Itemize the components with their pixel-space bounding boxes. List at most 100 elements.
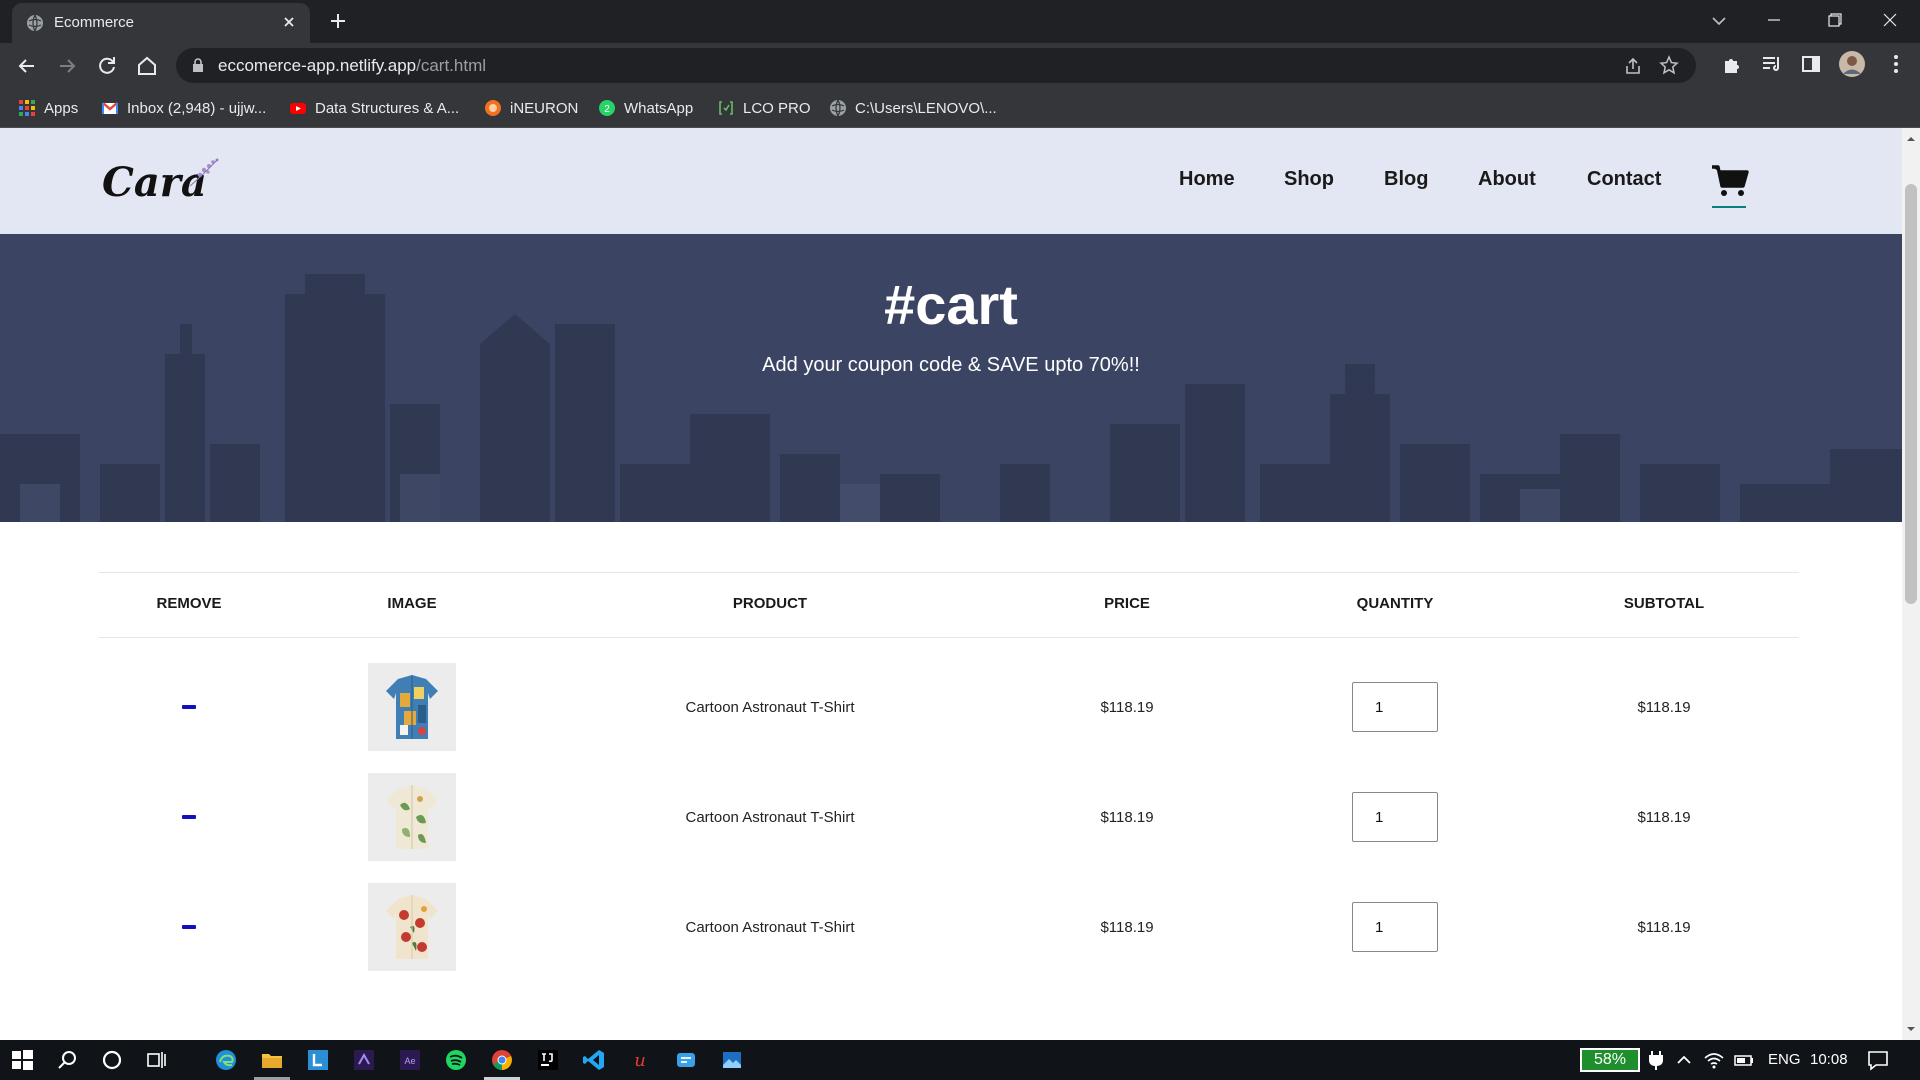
address-url[interactable]: eccomerce-app.netlify.app/cart.html — [218, 56, 486, 76]
bookmark-label: C:\Users\LENOVO\... — [855, 99, 997, 117]
bookmark-whatsapp[interactable]: 2 WhatsApp — [598, 97, 693, 119]
after-effects-icon[interactable]: Ae — [398, 1048, 422, 1072]
battery-indicator[interactable]: 58% — [1580, 1048, 1640, 1072]
vscode-icon[interactable] — [582, 1048, 606, 1072]
extensions-puzzle-icon[interactable] — [1720, 52, 1744, 76]
windows-taskbar: Ae u 58% ENG 10:08 — [0, 1040, 1920, 1080]
nav-home[interactable]: Home — [1179, 168, 1235, 191]
clock-time[interactable]: 10:08 — [1810, 1051, 1848, 1068]
remove-cell — [182, 652, 196, 762]
new-tab-icon[interactable] — [326, 9, 350, 33]
bookmark-label: LCO PRO — [743, 99, 811, 117]
nav-shop[interactable]: Shop — [1284, 168, 1334, 191]
battery-tray-icon[interactable] — [1732, 1048, 1756, 1072]
chrome-icon[interactable] — [490, 1048, 514, 1072]
nav-about[interactable]: About — [1478, 168, 1536, 191]
bookmark-label: Apps — [44, 99, 79, 117]
window-close-icon[interactable] — [1868, 6, 1912, 34]
bookmark-gmail[interactable]: Inbox (2,948) - ujjw... — [101, 97, 266, 119]
page-viewport: Cara Home Shop Blog About Contact #cart … — [0, 128, 1902, 1040]
scroll-up-arrow-icon[interactable] — [1906, 134, 1916, 144]
photos-icon[interactable] — [720, 1048, 744, 1072]
browser-tab[interactable]: Ecommerce — [12, 3, 310, 43]
url-path: /cart.html — [416, 56, 487, 75]
bookmark-youtube[interactable]: Data Structures & A... — [289, 97, 459, 119]
browser-tab-strip: Ecommerce — [0, 0, 1920, 43]
more-menu-icon[interactable] — [1884, 52, 1908, 76]
power-plug-icon[interactable] — [1644, 1048, 1668, 1072]
remove-item-button[interactable] — [182, 815, 196, 819]
bookmark-ineuron[interactable]: iNEURON — [484, 97, 578, 119]
media-control-icon[interactable] — [1760, 52, 1784, 76]
remove-cell — [182, 762, 196, 872]
product-image[interactable] — [368, 883, 456, 971]
product-price: $118.19 — [1100, 808, 1154, 826]
remove-item-button[interactable] — [182, 925, 196, 929]
address-bar[interactable]: eccomerce-app.netlify.app/cart.html — [176, 48, 1696, 83]
remove-item-button[interactable] — [182, 705, 196, 709]
windows-start-icon[interactable] — [10, 1048, 34, 1072]
product-image[interactable] — [368, 663, 456, 751]
bookmarks-bar: Apps Inbox (2,948) - ujjw... Data Struct… — [0, 88, 1920, 128]
page-scrollbar[interactable] — [1902, 128, 1920, 1040]
apps-grid-icon — [19, 100, 35, 116]
bookmark-label: WhatsApp — [624, 99, 694, 117]
tab-search-chevron-icon[interactable] — [1708, 10, 1730, 32]
quantity-cell — [1352, 652, 1438, 762]
product-name[interactable]: Cartoon Astronaut T-Shirt — [686, 652, 855, 762]
forward-icon[interactable] — [52, 51, 82, 81]
shopping-cart-icon[interactable] — [1710, 164, 1750, 198]
url-host: eccomerce-app.netlify.app — [218, 56, 417, 75]
globe-icon — [27, 14, 43, 32]
image-cell — [368, 652, 456, 762]
scroll-down-arrow-icon[interactable] — [1906, 1024, 1916, 1034]
ineuron-icon — [485, 100, 501, 116]
minimize-icon[interactable] — [1752, 6, 1796, 34]
search-icon[interactable] — [56, 1048, 80, 1072]
edge-icon[interactable] — [214, 1048, 238, 1072]
restore-icon[interactable] — [1812, 6, 1856, 34]
bookmark-local-file[interactable]: C:\Users\LENOVO\... — [829, 97, 997, 119]
quantity-input[interactable] — [1352, 902, 1438, 952]
spotify-icon[interactable] — [444, 1048, 468, 1072]
remove-cell — [182, 872, 196, 982]
quantity-input[interactable] — [1352, 682, 1438, 732]
lock-icon[interactable] — [190, 57, 206, 74]
bookmark-lco[interactable]: LCO PRO — [717, 97, 811, 119]
close-tab-icon[interactable] — [278, 11, 300, 33]
col-remove: REMOVE — [156, 595, 222, 612]
notification-center-icon[interactable] — [1866, 1048, 1890, 1072]
intellij-icon[interactable] — [536, 1048, 560, 1072]
input-language[interactable]: ENG — [1768, 1051, 1801, 1068]
bookmark-label: Inbox (2,948) - ujjw... — [127, 99, 267, 117]
task-view-icon[interactable] — [144, 1048, 168, 1072]
snipping-tool-icon[interactable] — [674, 1048, 698, 1072]
cortana-icon[interactable] — [100, 1048, 124, 1072]
nav-blog[interactable]: Blog — [1384, 168, 1428, 191]
profile-avatar[interactable] — [1839, 51, 1865, 77]
side-panel-icon[interactable] — [1799, 52, 1823, 76]
site-header: Cara Home Shop Blog About Contact — [0, 128, 1902, 234]
quantity-input[interactable] — [1352, 792, 1438, 842]
reload-icon[interactable] — [92, 51, 122, 81]
product-name[interactable]: Cartoon Astronaut T-Shirt — [686, 872, 855, 982]
show-hidden-icons-chevron-icon[interactable] — [1672, 1048, 1696, 1072]
file-explorer-icon[interactable] — [260, 1048, 284, 1072]
home-icon[interactable] — [132, 51, 162, 81]
back-icon[interactable] — [12, 51, 42, 81]
scrollbar-thumb[interactable] — [1905, 184, 1917, 604]
globe-icon — [830, 99, 846, 117]
row-subtotal: $118.19 — [1637, 918, 1691, 936]
share-icon[interactable] — [1622, 55, 1644, 77]
whatsapp-badge: 2 — [604, 104, 610, 115]
premiere-icon[interactable] — [352, 1048, 376, 1072]
product-image[interactable] — [368, 773, 456, 861]
product-name[interactable]: Cartoon Astronaut T-Shirt — [686, 762, 855, 872]
nav-contact[interactable]: Contact — [1587, 168, 1661, 191]
svg-text:u: u — [634, 1050, 646, 1071]
bookmark-apps[interactable]: Apps — [18, 97, 78, 119]
bookmark-star-icon[interactable] — [1658, 54, 1680, 76]
udemy-icon[interactable]: u — [628, 1048, 652, 1072]
lenovo-vantage-icon[interactable] — [306, 1048, 330, 1072]
wifi-icon[interactable] — [1702, 1048, 1726, 1072]
